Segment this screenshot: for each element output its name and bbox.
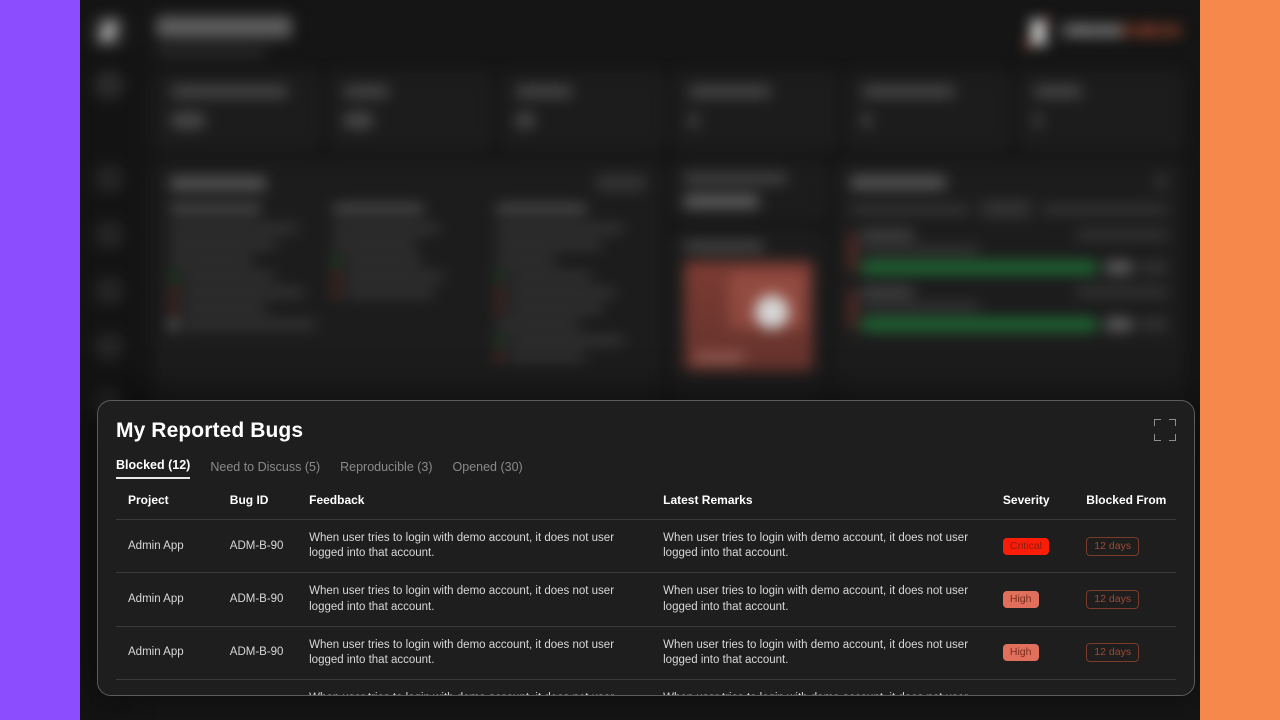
panel-tab-pill[interactable]: [980, 201, 1032, 217]
expand-icon[interactable]: [1154, 419, 1176, 441]
table-row[interactable]: Admin AppADM-B-90When user tries to logi…: [116, 518, 1176, 573]
cell-bug-id: ADM-B-90: [221, 572, 302, 627]
cell-latest-remarks: When user tries to login with demo accou…: [655, 625, 995, 680]
panel-column: [496, 205, 647, 369]
brand-name-part-a: CROSS: [1062, 23, 1123, 40]
sidebar-item-reports[interactable]: [93, 276, 124, 306]
status-badge-severity: Critical: [1002, 537, 1049, 555]
x-logo-icon: [1023, 16, 1053, 49]
sidebar-item-dashboard[interactable]: [93, 70, 124, 100]
tab-need-to-discuss[interactable]: Need to Discuss (5): [210, 460, 320, 479]
cell-blocked-from: 12 days: [1078, 625, 1176, 680]
cell-project: Admin App: [116, 518, 222, 573]
cell-severity: Critical: [994, 518, 1079, 573]
stat-card-row: [156, 72, 1182, 150]
cell-feedback: When user tries to login with demo accou…: [301, 625, 656, 680]
bug-trend-chart: [684, 261, 813, 371]
modal-header: My Reported Bugs: [116, 419, 1176, 443]
brand-logo: CROSSCHECK: [1023, 16, 1182, 49]
stat-card[interactable]: [846, 72, 1010, 150]
column-header-project: Project: [128, 493, 169, 507]
app-window: CROSSCHECK My Reported Bugs Blocked (12)…: [80, 0, 1200, 720]
table-row[interactable]: Admin AppADM-B-90When user tries to logi…: [116, 572, 1176, 627]
page-subtitle-placeholder: [156, 47, 266, 56]
brand-name-part-b: CHECK: [1122, 23, 1182, 40]
column-header-blocked-from: Blocked From: [1086, 493, 1167, 507]
table-row[interactable]: Admin AppADM-B-90When user tries to logi…: [116, 679, 1176, 695]
sidebar-item-bugs[interactable]: [93, 220, 124, 250]
brand-name: CROSSCHECK: [1062, 23, 1182, 41]
table-row[interactable]: Admin AppADM-B-90When user tries to logi…: [116, 625, 1176, 680]
cell-severity: Medium: [994, 679, 1079, 695]
cell-blocked-from: 12 days: [1078, 572, 1176, 627]
panel-columns: [170, 205, 647, 369]
test-run-row: [850, 288, 1168, 331]
table-header-row: Project Bug ID Feedback Latest Remarks S…: [116, 493, 1176, 520]
cell-latest-remarks: When user tries to login with demo accou…: [655, 518, 995, 573]
status-badge-blocked-from: 12 days: [1086, 536, 1140, 556]
tab-blocked[interactable]: Blocked (12): [116, 458, 191, 479]
cell-blocked-from: 12 days: [1078, 679, 1176, 695]
tab-reproducible[interactable]: Reproducible (3): [340, 460, 432, 479]
column-header-latest-remarks: Latest Remarks: [663, 493, 753, 507]
cell-latest-remarks: When user tries to login with demo accou…: [655, 572, 995, 627]
stat-card[interactable]: [674, 72, 837, 150]
status-badge-severity: High: [1002, 590, 1039, 609]
sidebar-item-team[interactable]: [93, 332, 124, 362]
sidebar-item-projects[interactable]: [93, 164, 124, 194]
test-run-row: [850, 231, 1168, 274]
tab-opened[interactable]: Opened (30): [453, 460, 523, 479]
dashboard-heading-group: [156, 16, 292, 56]
sidebar-logo-icon: [91, 14, 126, 48]
page-root: CROSSCHECK My Reported Bugs Blocked (12)…: [0, 0, 1280, 720]
panel-title-placeholder: [170, 176, 266, 190]
bugs-table-body: Admin App ADM-B-90 When user tries to logi…: [116, 518, 1176, 695]
bugs-table-header: Project Bug ID Feedback Latest Remarks S…: [116, 493, 1176, 520]
page-title-placeholder: [156, 16, 292, 38]
status-badge-severity: High: [1002, 644, 1039, 662]
modal-tabs[interactable]: Blocked (12) Need to Discuss (5) Reprodu…: [116, 458, 1176, 479]
cell-severity: High: [994, 625, 1079, 680]
column-header-bug-id: Bug ID: [229, 493, 269, 507]
bug-closure-rate-card[interactable]: [671, 162, 826, 220]
column-header-severity: Severity: [1002, 493, 1050, 507]
cell-project: Admin App: [116, 572, 222, 627]
dashboard-header: CROSSCHECK: [156, 16, 1182, 56]
status-badge-blocked-from: 12 days: [1086, 643, 1140, 663]
panel-column: [170, 205, 321, 369]
panel-filter-pill[interactable]: [595, 175, 647, 191]
cell-bug-id: ADM-B-90: [221, 625, 302, 680]
stat-card[interactable]: [501, 72, 664, 150]
panel-column: [333, 205, 484, 369]
status-badge-blocked-from: 12 days: [1086, 589, 1140, 610]
cell-project: Admin App: [116, 679, 222, 695]
bugs-table: Project Bug ID Feedback Latest Remarks S…: [116, 493, 1176, 695]
stat-card[interactable]: [1019, 72, 1182, 150]
my-reported-bugs-modal: My Reported Bugs Blocked (12) Need to Di…: [97, 400, 1195, 696]
modal-title: My Reported Bugs: [116, 419, 304, 442]
column-header-feedback: Feedback: [309, 493, 365, 507]
cell-severity: High: [994, 572, 1079, 627]
cell-blocked-from: 12 days: [1078, 518, 1176, 573]
backdrop-left-purple: [0, 0, 80, 720]
cell-feedback: When user tries to login with demo accou…: [301, 518, 656, 573]
cell-latest-remarks: When user tries to login with demo accou…: [655, 679, 995, 695]
panel-title-placeholder: [850, 175, 946, 189]
stat-card[interactable]: [156, 72, 319, 150]
cell-feedback: When user tries to login with demo accou…: [301, 679, 656, 695]
cell-project: Admin App: [116, 625, 222, 680]
stat-card[interactable]: [328, 72, 492, 150]
cell-bug-id: ADM-B-90: [221, 679, 302, 695]
cell-bug-id: ADM-B-90: [221, 518, 302, 573]
cell-feedback: When user tries to login with demo accou…: [301, 572, 656, 627]
